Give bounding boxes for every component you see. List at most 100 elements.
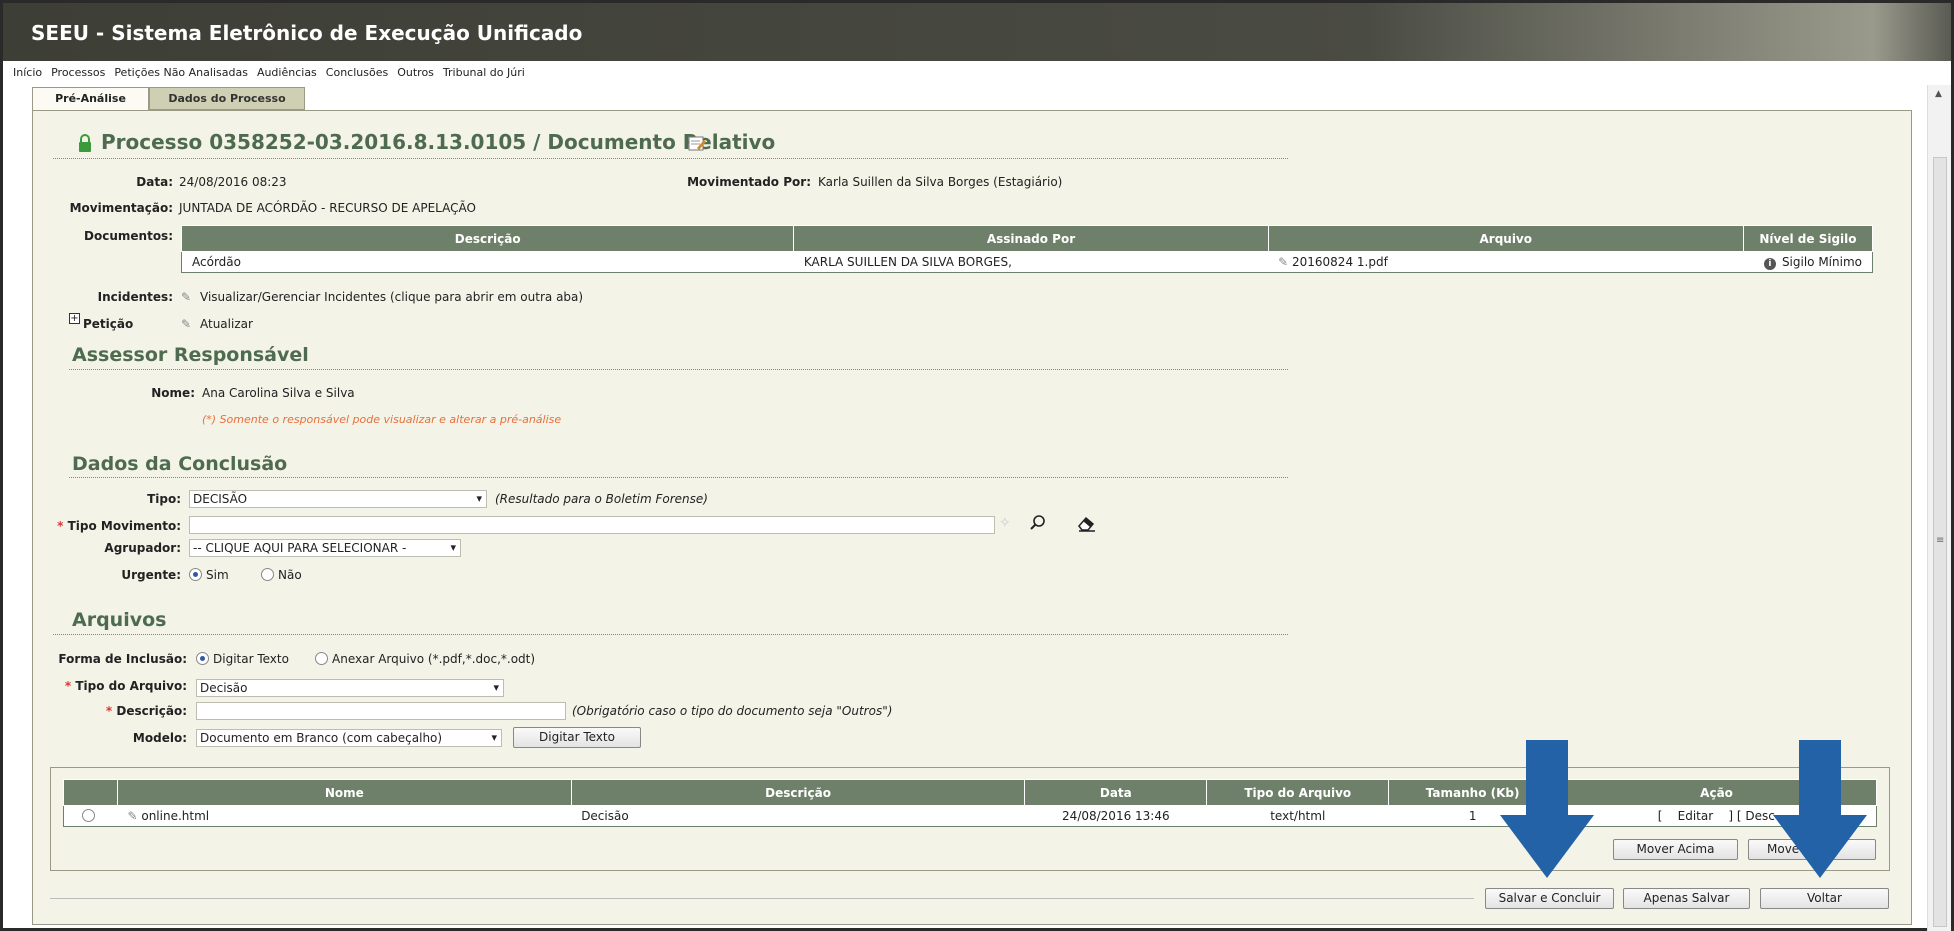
doc-arquivo-link[interactable]: 20160824 1.pdf — [1292, 255, 1388, 269]
col-tipo-arquivo: Tipo do Arquivo — [1206, 779, 1390, 806]
annotation-arrow-down — [1773, 740, 1867, 878]
file-nome-link[interactable]: online.html — [141, 809, 209, 823]
tipo-movimento-input[interactable] — [189, 516, 995, 534]
menu-audiencias[interactable]: Audiências — [257, 66, 317, 79]
app-header: SEEU - Sistema Eletrônico de Execução Un… — [3, 3, 1951, 61]
file-select-radio[interactable] — [82, 809, 96, 822]
nome-value: Ana Carolina Silva e Silva — [202, 386, 355, 400]
col-nome: Nome — [116, 779, 572, 806]
movimentado-por-value: Karla Suillen da Silva Borges (Estagiári… — [818, 175, 1063, 189]
footer-rule — [50, 898, 1474, 899]
tab-pre-analise[interactable]: Pré-Análise — [32, 87, 149, 111]
page-title: Processo 0358252-03.2016.8.13.0105 / Doc… — [101, 130, 776, 154]
file-data: 24/08/2016 13:46 — [1024, 805, 1207, 827]
col-descricao: Descrição — [570, 779, 1026, 806]
incidentes-link[interactable]: Visualizar/Gerenciar Incidentes (clique … — [200, 290, 583, 304]
apenas-salvar-button[interactable]: Apenas Salvar — [1623, 888, 1750, 909]
digitar-texto-radio[interactable] — [196, 652, 209, 665]
urgente-sim-label: Sim — [206, 568, 229, 582]
doc-sigilo-cell: i Sigilo Mínimo — [1743, 251, 1873, 273]
urgente-sim-radio[interactable] — [189, 568, 202, 581]
modelo-label: Modelo: — [132, 731, 187, 745]
voltar-button[interactable]: Voltar — [1760, 888, 1889, 909]
col-assinado-por: Assinado Por — [793, 225, 1269, 252]
agrupador-select[interactable]: -- CLIQUE AQUI PARA SELECIONAR - — [189, 539, 461, 557]
scroll-up-icon[interactable]: ▲ — [1935, 89, 1942, 99]
digitar-texto-option[interactable]: Digitar Texto — [196, 652, 289, 666]
conclusao-section-title: Dados da Conclusão — [72, 453, 288, 475]
tipo-select[interactable]: DECISÃO — [189, 490, 487, 508]
expand-icon[interactable]: + — [69, 313, 80, 324]
tipo-hint: (Resultado para o Boletim Forense) — [495, 492, 708, 506]
incidentes-label: Incidentes: — [97, 290, 173, 304]
table-row: ✎ online.html Decisão 24/08/2016 13:46 t… — [63, 805, 1877, 827]
menu-conclusoes[interactable]: Conclusões — [326, 66, 388, 79]
menu-inicio[interactable]: Início — [13, 66, 42, 79]
search-icon[interactable] — [1029, 514, 1047, 535]
col-arquivo: Arquivo — [1267, 225, 1744, 252]
browser-frame: SEEU - Sistema Eletrônico de Execução Un… — [0, 0, 1954, 931]
forma-inclusao-label: Forma de Inclusão: — [58, 652, 187, 666]
data-value: 24/08/2016 08:23 — [179, 175, 287, 189]
arquivos-section-title: Arquivos — [72, 609, 167, 631]
grip-icon: ≡ — [1936, 535, 1945, 546]
vertical-scrollbar[interactable]: ▲ ≡ — [1927, 85, 1951, 931]
top-menu: Início Processos Petições Não Analisadas Au… — [13, 66, 534, 84]
col-nivel-sigilo: Nível de Sigilo — [1742, 225, 1874, 252]
tipo-arquivo-select[interactable]: Decisão — [196, 679, 504, 697]
info-icon: i — [1763, 257, 1776, 270]
table-row: Acórdão KARLA SUILLEN DA SILVA BORGES, ✎… — [181, 251, 1873, 273]
documents-header-row: Descrição Assinado Por Arquivo Nível de … — [180, 225, 1874, 252]
data-label: Data: — [136, 175, 173, 189]
annotation-arrow-down — [1500, 740, 1594, 878]
pencil-icon: ✎ — [181, 290, 192, 304]
peticao-label: Petição — [83, 317, 134, 331]
col-select — [63, 779, 118, 806]
file-tipo: text/html — [1206, 805, 1389, 827]
clear-icon[interactable]: ✧ — [999, 515, 1011, 531]
conclusao-rule — [69, 477, 1288, 478]
nome-label: Nome: — [151, 386, 195, 400]
pencil-icon: ✎ — [181, 317, 192, 331]
tipo-movimento-label: * Tipo Movimento: — [57, 519, 181, 533]
assessor-section-title: Assessor Responsável — [72, 344, 309, 366]
anexar-arquivo-option[interactable]: Anexar Arquivo (*.pdf,*.doc,*.odt) — [315, 652, 535, 666]
anexar-arquivo-label: Anexar Arquivo (*.pdf,*.doc,*.odt) — [332, 652, 536, 666]
descricao-input[interactable] — [196, 702, 566, 720]
salvar-concluir-button[interactable]: Salvar e Concluir — [1485, 888, 1614, 909]
file-nome-cell[interactable]: ✎ online.html — [117, 805, 572, 827]
urgente-nao-radio[interactable] — [261, 568, 274, 581]
app-title: SEEU - Sistema Eletrônico de Execução Un… — [31, 21, 583, 45]
menu-tribunal-juri[interactable]: Tribunal do Júri — [443, 66, 525, 79]
mover-acima-button[interactable]: Mover Acima — [1613, 839, 1738, 860]
eraser-icon[interactable] — [1077, 516, 1097, 535]
assessor-note: (*) Somente o responsável pode visualiza… — [202, 413, 562, 426]
doc-descricao: Acórdão — [181, 251, 794, 273]
arquivos-rule — [53, 634, 1288, 635]
edit-document-icon[interactable] — [688, 135, 706, 154]
assessor-rule — [69, 369, 1288, 370]
menu-outros[interactable]: Outros — [397, 66, 434, 79]
col-descricao: Descrição — [180, 225, 795, 252]
atualizar-link[interactable]: Atualizar — [200, 317, 253, 331]
file-select-cell[interactable] — [63, 805, 118, 827]
urgente-sim-option[interactable]: Sim — [189, 568, 229, 582]
tab-dados-processo[interactable]: Dados do Processo — [149, 87, 305, 110]
urgente-label: Urgente: — [121, 568, 181, 582]
col-data: Data — [1024, 779, 1208, 806]
documentos-label: Documentos: — [84, 229, 173, 243]
digitar-texto-button[interactable]: Digitar Texto — [513, 727, 641, 748]
tipo-arquivo-label: * Tipo do Arquivo: — [64, 679, 187, 693]
movimentacao-label: Movimentação: — [69, 201, 173, 215]
urgente-nao-option[interactable]: Não — [261, 568, 302, 582]
doc-arquivo-cell[interactable]: ✎ 20160824 1.pdf — [1268, 251, 1744, 273]
modelo-select[interactable]: Documento em Branco (com cabeçalho) — [196, 729, 502, 747]
descricao-hint: (Obrigatório caso o tipo do documento se… — [572, 704, 893, 718]
menu-processos[interactable]: Processos — [51, 66, 105, 79]
pencil-icon: ✎ — [127, 809, 142, 823]
descricao-label: * Descrição: — [105, 704, 187, 718]
tipo-label: Tipo: — [147, 492, 181, 506]
lock-icon — [77, 133, 93, 156]
menu-peticoes[interactable]: Petições Não Analisadas — [114, 66, 248, 79]
anexar-arquivo-radio[interactable] — [315, 652, 328, 665]
